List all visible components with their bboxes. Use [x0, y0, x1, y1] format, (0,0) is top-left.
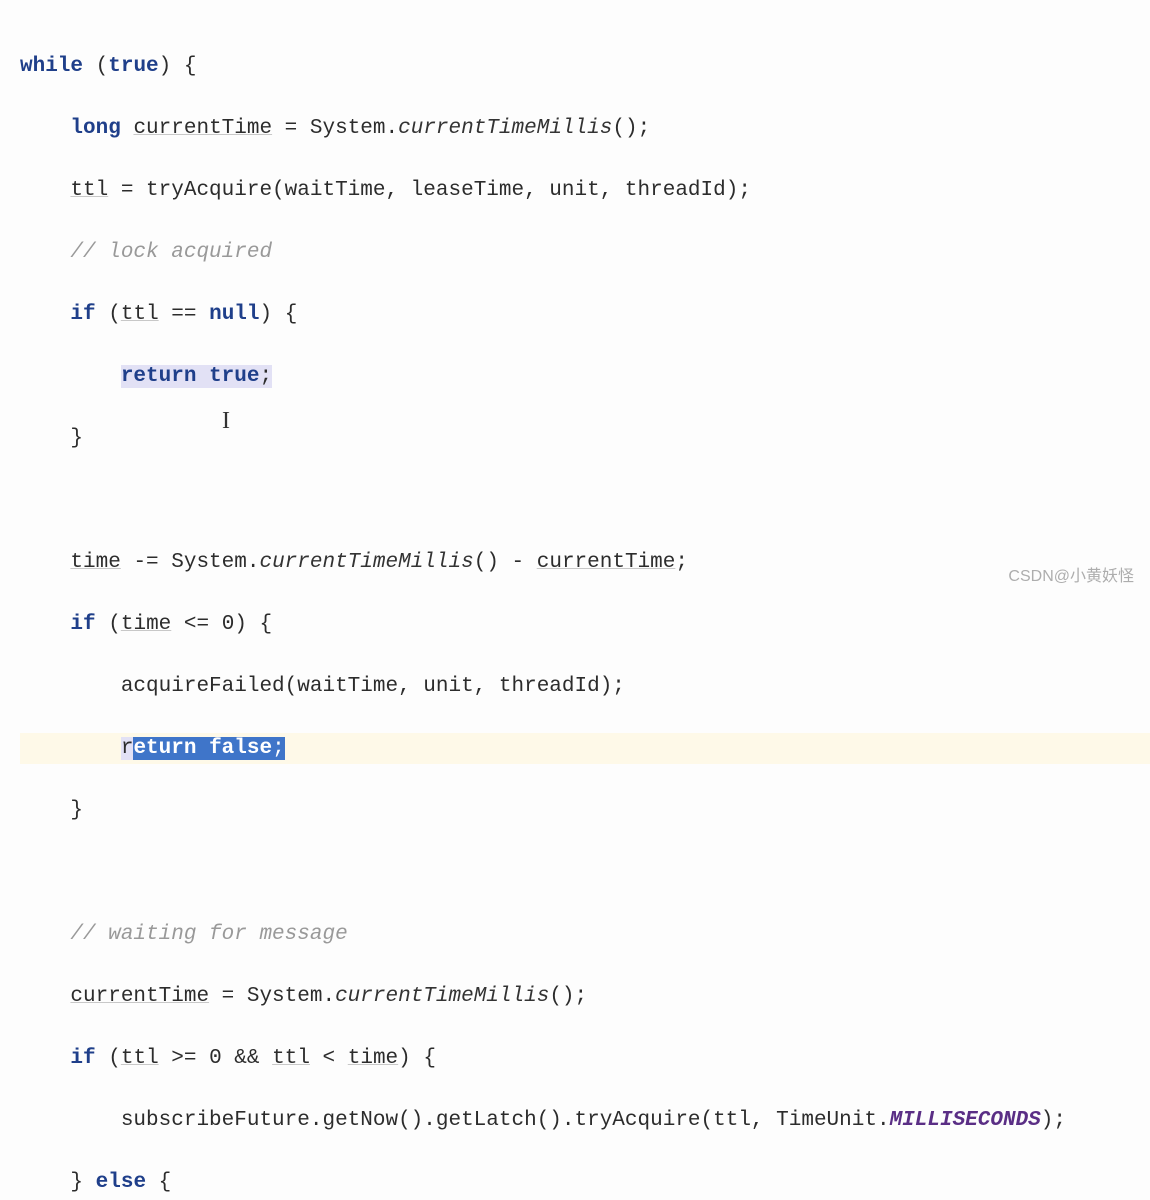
constant: MILLISECONDS	[890, 1109, 1041, 1132]
keyword-else: else	[96, 1171, 146, 1194]
comment: // lock acquired	[70, 241, 272, 264]
code-line: } else {	[20, 1167, 1150, 1198]
code-line	[20, 857, 1150, 888]
code-line: currentTime = System.currentTimeMillis()…	[20, 981, 1150, 1012]
highlight-usage: r	[121, 737, 134, 760]
keyword-return-partial: eturn	[133, 737, 196, 760]
code-line: }	[20, 423, 1150, 454]
code-line: while (true) {	[20, 51, 1150, 82]
variable: time	[121, 613, 171, 636]
code-line: subscribeFuture.getNow().getLatch().tryA…	[20, 1105, 1150, 1136]
code-line: time -= System.currentTimeMillis() - cur…	[20, 547, 1150, 578]
variable: currentTime	[537, 551, 676, 574]
method-call: currentTimeMillis	[259, 551, 473, 574]
code-line-current: return false;	[20, 733, 1150, 764]
code-line: }	[20, 795, 1150, 826]
variable: ttl	[70, 179, 108, 202]
variable: time	[348, 1047, 398, 1070]
keyword-false: false	[209, 737, 272, 760]
variable: ttl	[121, 303, 159, 326]
keyword-true: true	[209, 365, 259, 388]
keyword-if: if	[70, 613, 95, 636]
keyword-if: if	[70, 303, 95, 326]
variable: ttl	[272, 1047, 310, 1070]
code-line: // lock acquired	[20, 237, 1150, 268]
text-cursor-icon: I	[222, 406, 230, 437]
comment: // waiting for message	[70, 923, 347, 946]
keyword-null: null	[209, 303, 259, 326]
code-line: if (ttl == null) {	[20, 299, 1150, 330]
code-editor[interactable]: while (true) { long currentTime = System…	[0, 0, 1150, 1200]
keyword-if: if	[70, 1047, 95, 1070]
code-line	[20, 485, 1150, 516]
variable: ttl	[121, 1047, 159, 1070]
variable: currentTime	[70, 985, 209, 1008]
keyword-long: long	[70, 117, 120, 140]
keyword-true: true	[108, 55, 158, 78]
watermark: CSDN@小黄妖怪	[1008, 561, 1134, 592]
code-line: return true;	[20, 361, 1150, 392]
code-line: if (ttl >= 0 && ttl < time) {	[20, 1043, 1150, 1074]
code-line: ttl = tryAcquire(waitTime, leaseTime, un…	[20, 175, 1150, 206]
variable: time	[70, 551, 120, 574]
highlight-usage: return true;	[121, 365, 272, 388]
method-call: currentTimeMillis	[398, 117, 612, 140]
code-line: acquireFailed(waitTime, unit, threadId);	[20, 671, 1150, 702]
keyword-while: while	[20, 55, 83, 78]
code-line: // waiting for message	[20, 919, 1150, 950]
text-selection: eturn false;	[133, 737, 284, 760]
variable: currentTime	[133, 117, 272, 140]
code-line: if (time <= 0) {	[20, 609, 1150, 640]
code-line: long currentTime = System.currentTimeMil…	[20, 113, 1150, 144]
keyword-return: return	[121, 365, 197, 388]
method-call: currentTimeMillis	[335, 985, 549, 1008]
